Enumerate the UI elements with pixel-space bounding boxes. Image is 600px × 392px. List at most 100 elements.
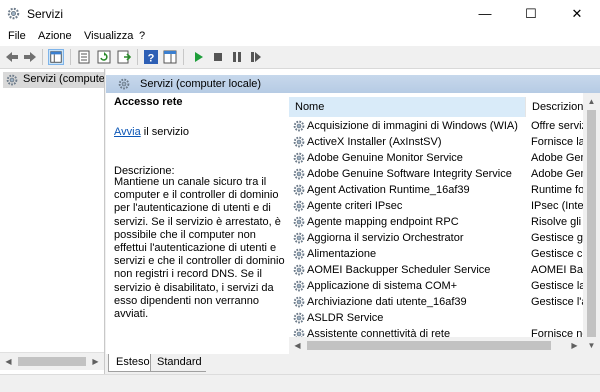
service-gear-icon — [293, 136, 305, 148]
pane-banner: Servizi (computer locale) — [106, 75, 600, 93]
view-tabs: Esteso Standard — [106, 354, 600, 374]
scroll-thumb[interactable] — [18, 357, 86, 366]
services-gear-icon — [6, 74, 18, 86]
service-name: Adobe Genuine Monitor Service — [307, 152, 463, 164]
service-gear-icon — [293, 152, 305, 164]
service-gear-icon — [293, 216, 305, 228]
window-title: Servizi — [27, 7, 64, 21]
service-name: Adobe Genuine Software Integrity Service — [307, 168, 512, 180]
table-row[interactable]: ActiveX Installer (AxInstSV) Fornisce la … — [289, 134, 600, 150]
service-name: Aggiorna il servizio Orchestrator — [307, 232, 464, 244]
service-gear-icon — [293, 184, 305, 196]
table-row[interactable]: Adobe Genuine Monitor Service Adobe Genu — [289, 150, 600, 166]
service-name: AOMEI Backupper Scheduler Service — [307, 264, 491, 276]
table-row[interactable]: Agent Activation Runtime_16af39 Runtime f… — [289, 182, 600, 198]
back-icon[interactable] — [4, 49, 20, 65]
scroll-thumb[interactable] — [587, 110, 596, 337]
service-description: Runtime for — [531, 184, 588, 196]
pause-icon[interactable] — [229, 49, 245, 65]
table-row[interactable]: Agente criteri IPsec IPsec (Intern — [289, 198, 600, 214]
table-row[interactable]: Agente mapping endpoint RPC Risolve gli i — [289, 214, 600, 230]
stop-icon[interactable] — [210, 49, 226, 65]
tab-standard[interactable]: Standard — [150, 354, 206, 372]
show-pane-icon[interactable] — [162, 49, 178, 65]
minimize-button[interactable]: — — [462, 0, 508, 28]
title-bar: Servizi — ☐ ✕ — [0, 0, 600, 28]
service-name: Alimentazione — [307, 248, 377, 260]
selected-service-name: Accesso rete — [114, 96, 183, 108]
maximize-button[interactable]: ☐ — [508, 0, 554, 28]
toolbar-separator — [42, 49, 43, 65]
scroll-thumb[interactable] — [307, 341, 551, 350]
scroll-right-arrow-icon[interactable]: ▶ — [87, 353, 104, 370]
menu-visualizza[interactable]: Visualizza — [84, 30, 133, 42]
table-row[interactable]: Archiviazione dati utente_16af39 Gestisce… — [289, 294, 600, 310]
service-description: Gestisce gli — [531, 232, 588, 244]
toolbar-separator — [70, 49, 71, 65]
console-tree-icon[interactable] — [48, 49, 64, 65]
refresh-icon[interactable] — [96, 49, 112, 65]
status-bar — [0, 374, 600, 392]
service-name: Acquisizione di immagini di Windows (WIA… — [307, 120, 518, 132]
menu-help[interactable]: ? — [139, 30, 145, 42]
service-name: Agente criteri IPsec — [307, 200, 403, 212]
properties-icon[interactable] — [76, 49, 92, 65]
export-icon[interactable] — [116, 49, 132, 65]
table-row[interactable]: Aggiorna il servizio Orchestrator Gestisc… — [289, 230, 600, 246]
service-gear-icon — [293, 168, 305, 180]
forward-icon[interactable] — [22, 49, 38, 65]
table-row[interactable]: ASLDR Service — [289, 310, 600, 326]
service-description: Risolve gli i — [531, 216, 587, 228]
service-name: Agent Activation Runtime_16af39 — [307, 184, 470, 196]
menu-azione[interactable]: Azione — [38, 30, 72, 42]
tree-item-label: Servizi (computer locale) — [23, 73, 104, 85]
service-gear-icon — [293, 248, 305, 260]
console-tree: Servizi (computer locale) — [0, 69, 105, 374]
service-name: ASLDR Service — [307, 312, 384, 324]
service-name: Agente mapping endpoint RPC — [307, 216, 459, 228]
details-pane: Servizi (computer locale) Accesso rete A… — [106, 69, 600, 354]
table-row[interactable]: AOMEI Backupper Scheduler Service AOMEI B… — [289, 262, 600, 278]
list-horizontal-scrollbar[interactable]: ◀ ▶ — [289, 337, 583, 354]
service-gear-icon — [293, 312, 305, 324]
table-row[interactable]: Applicazione di sistema COM+ Gestisce la … — [289, 278, 600, 294]
service-gear-icon — [293, 264, 305, 276]
help-icon[interactable]: ? — [143, 49, 159, 65]
scroll-left-arrow-icon[interactable]: ◀ — [0, 353, 17, 370]
tree-item-services-local[interactable]: Servizi (computer locale) — [3, 72, 104, 88]
list-vertical-scrollbar[interactable]: ▲ ▼ — [583, 93, 600, 354]
service-name: Applicazione di sistema COM+ — [307, 280, 458, 292]
start-service-link[interactable]: Avvia — [114, 126, 141, 138]
service-gear-icon — [293, 232, 305, 244]
table-row[interactable]: Acquisizione di immagini di Windows (WIA… — [289, 118, 600, 134]
scroll-left-arrow-icon[interactable]: ◀ — [289, 337, 306, 354]
service-gear-icon — [293, 200, 305, 212]
start-icon[interactable] — [190, 49, 206, 65]
close-button[interactable]: ✕ — [554, 0, 600, 28]
service-description: Offre servizi — [531, 120, 590, 132]
service-gear-icon — [293, 296, 305, 308]
scroll-down-arrow-icon[interactable]: ▼ — [583, 337, 600, 354]
column-header-name[interactable]: Nome — [289, 97, 526, 117]
restart-icon[interactable] — [248, 49, 264, 65]
scroll-up-arrow-icon[interactable]: ▲ — [583, 93, 600, 110]
menu-file[interactable]: File — [8, 30, 26, 42]
service-description-panel: Accesso rete Avvia il servizio Descrizio… — [112, 96, 287, 354]
service-gear-icon — [293, 120, 305, 132]
tab-esteso[interactable]: Esteso — [108, 354, 151, 372]
services-gear-icon — [7, 7, 20, 20]
toolbar: ? — [0, 46, 600, 69]
table-row[interactable]: Adobe Genuine Software Integrity Service… — [289, 166, 600, 182]
scroll-right-arrow-icon[interactable]: ▶ — [566, 337, 583, 354]
service-name: Archiviazione dati utente_16af39 — [307, 296, 467, 308]
toolbar-separator — [183, 49, 184, 65]
tree-horizontal-scrollbar[interactable]: ◀ ▶ — [0, 352, 104, 370]
service-gear-icon — [293, 280, 305, 292]
table-row[interactable]: Alimentazione Gestisce crit — [289, 246, 600, 262]
svg-text:?: ? — [148, 53, 155, 65]
service-action-suffix: il servizio — [140, 126, 189, 138]
toolbar-separator — [137, 49, 138, 65]
services-list: ︿ Nome Descrizione Acquisizione di immag… — [289, 93, 600, 354]
pane-title: Servizi (computer locale) — [140, 78, 262, 90]
services-gear-icon — [118, 78, 130, 90]
